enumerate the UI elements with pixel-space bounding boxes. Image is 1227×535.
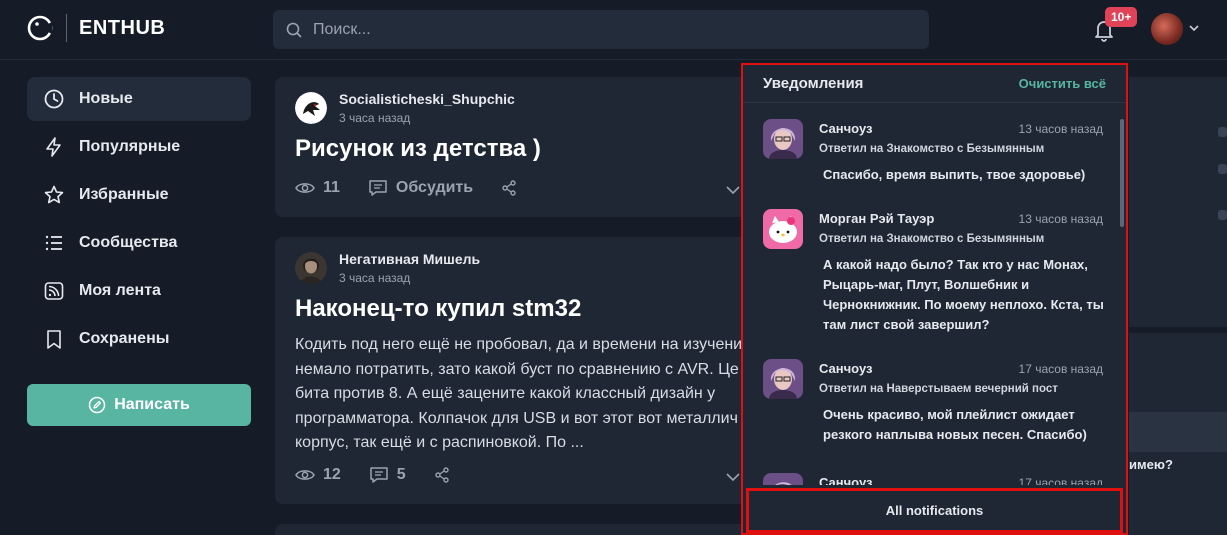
author-avatar[interactable] [295, 92, 327, 124]
sidebar-item-new[interactable]: Новые [27, 77, 251, 121]
notification-author[interactable]: Санчоуз [819, 121, 872, 136]
logo-mark-icon [27, 15, 53, 41]
notification-time: 13 часов назад [1018, 122, 1103, 136]
bookmark-icon [47, 330, 61, 349]
right-panel-control[interactable] [1218, 210, 1227, 220]
sidebar-item-label: Сохранены [79, 330, 170, 347]
views-value: 12 [323, 466, 341, 483]
list-icon [45, 235, 62, 251]
sidebar-item-communities[interactable]: Сообщества [27, 221, 251, 265]
notification-count-badge: 10+ [1105, 7, 1138, 27]
eye-icon [295, 470, 315, 480]
lightning-icon [46, 137, 61, 157]
post-time: 3 часа назад [339, 271, 411, 285]
notification-text: Спасибо, время выпить, твое здоровье) [823, 167, 1086, 182]
comment-icon [369, 180, 387, 196]
right-panel-control[interactable] [1218, 127, 1227, 137]
notification-time: 17 часов назад [1018, 362, 1103, 376]
sidebar-item-label: Новые [79, 90, 133, 107]
notifications-scrollbar[interactable] [1120, 119, 1124, 227]
post-actions: 12 5 [295, 466, 486, 484]
search-icon [286, 22, 302, 37]
post-author[interactable]: Негативная Мишель 3 часа назад [295, 251, 480, 285]
clock-icon [44, 89, 64, 109]
right-panel-control[interactable] [1218, 164, 1227, 174]
notification-avatar[interactable] [763, 359, 803, 399]
author-name[interactable]: Socialisticheski_Shupchic [339, 91, 515, 107]
sidebar-item-label: Сообщества [79, 234, 178, 251]
sidebar-item-saved[interactable]: Сохранены [27, 317, 251, 361]
sidebar-item-label: Популярные [79, 138, 181, 155]
user-avatar[interactable] [1151, 13, 1183, 45]
notification-time: 17 часов назад [1018, 476, 1103, 485]
notification-text: Очень красиво, мой плейлист ожидает резк… [823, 407, 1087, 442]
edit-icon [88, 396, 106, 414]
discuss-label: Обсудить [395, 179, 474, 196]
notification-context[interactable]: Ответил на Наверстываем вечерний пост [819, 383, 1058, 395]
views-count: 11 [295, 179, 340, 197]
post-author[interactable]: Socialisticheski_Shupchic 3 часа назад [295, 91, 515, 125]
share-icon [502, 180, 516, 196]
sidebar-item-my-feed[interactable]: Моя лента [27, 269, 251, 313]
clear-all-button[interactable]: Очистить всё [1019, 76, 1106, 91]
logo-divider [66, 14, 67, 42]
star-icon [44, 185, 64, 204]
notification-author[interactable]: Морган Рэй Тауэр [819, 211, 934, 226]
sidebar: Новые Популярные Избранные Сообщества Мо… [27, 77, 251, 426]
notification-context[interactable]: Ответил на Знакомство с Безымянным [819, 143, 1044, 155]
views-value: 11 [323, 179, 340, 196]
post-title[interactable]: Рисунок из детства ) [295, 135, 541, 163]
share-icon [435, 467, 449, 483]
discuss-button[interactable]: Обсудить [368, 179, 473, 197]
post-card[interactable]: Негативная Мишель 3 часа назад Наконец-т… [275, 237, 755, 504]
search-bar[interactable] [273, 10, 929, 49]
notifications-dropdown: Уведомления Очистить всё Санчоуз 13 часо… [741, 63, 1128, 535]
post-card[interactable] [275, 524, 755, 535]
notifications-list[interactable]: Санчоуз 13 часов назад Ответил на Знаком… [743, 105, 1119, 485]
logo[interactable]: ENTHUB [26, 14, 165, 42]
notification-context[interactable]: Ответил на Знакомство с Безымянным [819, 233, 1044, 245]
sidebar-item-favorites[interactable]: Избранные [27, 173, 251, 217]
comments-value: 5 [396, 466, 406, 483]
write-post-button[interactable]: Написать [27, 384, 251, 426]
share-button[interactable] [434, 467, 458, 483]
all-notifications-button[interactable]: All notifications [746, 488, 1123, 533]
notifications-title: Уведомления [763, 75, 864, 92]
author-avatar[interactable] [295, 252, 327, 284]
chevron-down-icon[interactable] [725, 472, 741, 482]
comments-button[interactable]: 5 [369, 466, 406, 484]
right-panel-bar [1129, 412, 1227, 452]
notification-time: 13 часов назад [1018, 212, 1103, 226]
sidebar-item-label: Избранные [79, 186, 169, 203]
right-panel-text[interactable]: имею? [1129, 457, 1173, 472]
rss-icon [44, 282, 64, 300]
chevron-down-icon[interactable] [725, 185, 741, 195]
author-name[interactable]: Негативная Мишель [339, 251, 480, 267]
logo-text: ENTHUB [79, 16, 166, 39]
post-card[interactable]: Socialisticheski_Shupchic 3 часа назад Р… [275, 77, 755, 217]
views-count: 12 [295, 466, 341, 484]
notification-author[interactable]: Санчоуз [819, 361, 872, 376]
post-time: 3 часа назад [339, 111, 411, 125]
post-body[interactable]: Кодить под него ещё не пробовал, да и вр… [295, 333, 765, 456]
eye-icon [295, 183, 315, 193]
search-input[interactable] [313, 20, 873, 39]
notification-avatar[interactable] [763, 473, 803, 485]
sidebar-item-popular[interactable]: Популярные [27, 125, 251, 169]
right-panel [1129, 77, 1227, 327]
comment-icon [370, 467, 388, 483]
share-button[interactable] [501, 180, 525, 196]
post-title[interactable]: Наконец-то купил stm32 [295, 295, 581, 323]
notifications-header: Уведомления Очистить всё [743, 65, 1126, 103]
notification-text: А какой надо было? Так кто у нас Монах, … [823, 257, 1104, 332]
notification-avatar[interactable] [763, 119, 803, 159]
post-actions: 11 Обсудить [295, 179, 553, 197]
sidebar-item-label: Моя лента [79, 282, 161, 299]
chevron-down-icon[interactable] [1188, 24, 1200, 32]
write-post-label: Написать [114, 396, 190, 413]
top-header: ENTHUB 10+ [0, 0, 1227, 60]
notification-author[interactable]: Санчоуз [819, 475, 872, 485]
notification-avatar[interactable] [763, 209, 803, 249]
